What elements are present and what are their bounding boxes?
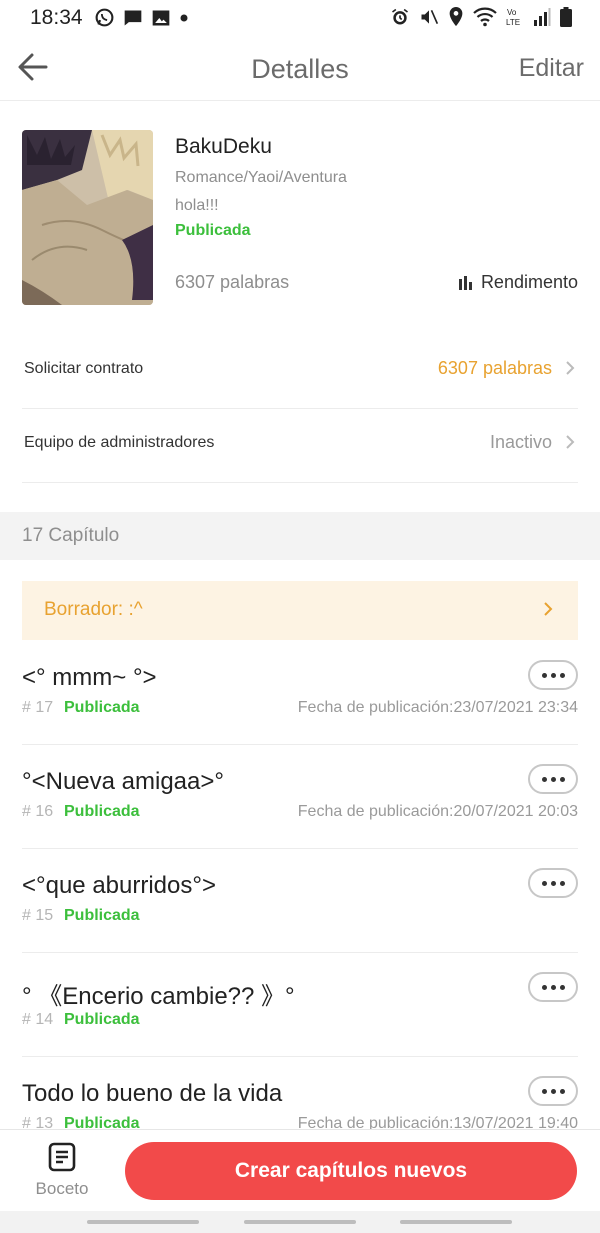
system-nav-bar [0,1211,600,1233]
wifi-icon [473,7,497,27]
status-time: 18:34 [30,6,83,29]
chapter-status: Publicada [64,803,140,820]
chapter-item[interactable]: <° mmm~ °> # 17 Publicada Fecha de publi… [22,640,578,745]
performance-button[interactable]: Rendimento [458,272,578,293]
chapter-title: ° 《Encerio cambie?? 》° [22,983,295,1010]
chapter-status: Publicada [64,699,140,716]
document-icon [48,1142,76,1172]
chapter-title: Todo lo bueno de la vida [22,1080,283,1107]
chapters-count: 17 Capítulo [22,525,120,546]
chapter-title: °<Nueva amigaa>° [22,768,224,795]
request-contract-label: Solicitar contrato [24,360,144,377]
more-options-button[interactable] [528,764,578,794]
book-genre: Romance/Yaoi/Aventura [175,169,347,186]
message-icon [124,10,142,25]
dot-icon [180,14,188,21]
request-contract-value: 6307 palabras [437,358,552,378]
edit-button[interactable]: Editar [519,54,584,83]
svg-text:LTE: LTE [506,18,520,27]
chapter-title: <°que aburridos°> [22,872,216,899]
status-bar: 18:34 Vo LTE [0,0,600,36]
more-options-button[interactable] [528,868,578,898]
nav-back-handle[interactable] [400,1220,512,1224]
location-icon [449,7,463,27]
performance-label: Rendimento [480,272,578,292]
draft-tab-label: Boceto [35,1179,89,1198]
draft-label: Borrador: :^ [44,599,143,620]
bar-chart-icon [458,275,472,290]
page-title: Detalles [251,54,349,84]
chapters-section-header: 17 Capítulo [0,512,600,560]
nav-recents-handle[interactable] [87,1220,199,1224]
chapter-number: # 15 [22,907,54,924]
mute-icon [421,9,439,25]
book-word-count: 6307 palabras [175,272,290,292]
admin-team-value: Inactivo [489,432,552,452]
draft-banner[interactable]: Borrador: :^ [22,581,578,640]
chapter-item[interactable]: ° 《Encerio cambie?? 》° # 14 Publicada [22,952,578,1057]
chevron-right-icon [544,602,553,616]
volte-icon: VoLTE [506,8,520,27]
more-options-button[interactable] [528,972,578,1002]
gallery-icon [152,10,170,25]
whatsapp-icon [95,8,114,27]
chapter-date: Fecha de publicación:20/07/2021 20:03 [297,803,578,820]
chapter-status: Publicada [64,907,140,924]
chapter-title: <° mmm~ °> [22,664,157,691]
alarm-icon [392,8,408,25]
book-description: hola!!! [175,197,219,214]
chapter-item[interactable]: °<Nueva amigaa>° # 16 Publicada Fecha de… [22,744,578,849]
nav-home-handle[interactable] [244,1220,356,1224]
chapter-item[interactable]: <°que aburridos°> # 15 Publicada [22,848,578,953]
book-cover-image[interactable] [22,130,153,305]
battery-icon [560,7,572,27]
chapter-status: Publicada [64,1011,140,1028]
admin-team-row[interactable]: Equipo de administradores Inactivo [22,408,578,483]
book-status-badge: Publicada [175,222,251,239]
chevron-right-icon [566,361,575,375]
svg-text:Vo: Vo [507,8,517,17]
signal-icon [534,8,551,26]
chapter-date: Fecha de publicación:23/07/2021 23:34 [297,699,578,716]
draft-tab-button[interactable]: Boceto [24,1142,100,1199]
bottom-action-bar: Boceto Crear capítulos nuevos [0,1129,600,1212]
chapter-number: # 16 [22,803,54,820]
top-bar: Detalles Editar [0,36,600,101]
chevron-right-icon [566,435,575,449]
create-chapter-button[interactable]: Crear capítulos nuevos [125,1142,577,1200]
more-options-button[interactable] [528,1076,578,1106]
admin-team-label: Equipo de administradores [24,434,215,451]
chapter-number: # 17 [22,699,54,716]
chapter-number: # 14 [22,1011,54,1028]
more-options-button[interactable] [528,660,578,690]
book-title: BakuDeku [175,135,272,158]
request-contract-row[interactable]: Solicitar contrato 6307 palabras [22,334,578,409]
